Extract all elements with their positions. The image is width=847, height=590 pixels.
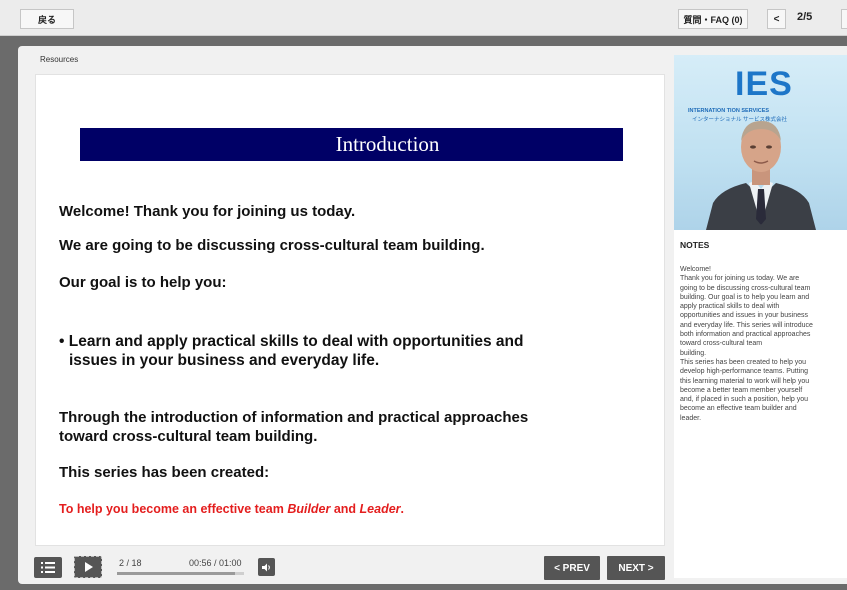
notes-line: this learning material to work will help…	[680, 377, 810, 385]
slide-bullet-line: issues in your business and everyday lif…	[69, 352, 380, 369]
notes-body: Welcome! Thank you for joining us today.…	[680, 265, 844, 423]
red-line-text: To help you become an effective team	[59, 502, 288, 516]
slide-title: Introduction	[335, 132, 440, 156]
red-line-leader: Leader	[359, 502, 401, 516]
presenter-figure	[706, 121, 816, 230]
speaker-icon	[261, 563, 270, 571]
slide-line: Welcome! Thank you for joining us today.	[59, 203, 356, 220]
notes-line: and, if placed in such a position, help …	[680, 396, 809, 404]
slide-canvas: Introduction Welcome! Thank you for join…	[35, 74, 665, 546]
back-button[interactable]: 戻る	[20, 9, 74, 29]
slide-line: We are going to be discussing cross-cult…	[59, 237, 485, 254]
list-icon	[41, 562, 55, 573]
slide-line: This series has been created:	[59, 464, 270, 481]
top-bar: 戻る 質問・FAQ (0) < 2/5	[0, 0, 847, 36]
slide-line: Our goal is to help you:	[59, 274, 227, 291]
red-line-builder: Builder	[287, 502, 331, 516]
notes-line: both information and practical approache…	[680, 331, 811, 339]
next-page-button[interactable]	[841, 9, 847, 29]
play-icon	[84, 562, 93, 572]
notes-line: Thank you for joining us today. We are	[680, 275, 800, 283]
faq-button[interactable]: 質問・FAQ (0)	[678, 9, 748, 29]
notes-line: become a better team member yourself	[680, 386, 803, 394]
course-window: Resources Introduction Welcome! Thank yo…	[18, 46, 847, 584]
resources-label[interactable]: Resources	[40, 55, 78, 64]
notes-line: opportunities and issues in your busines…	[680, 312, 809, 320]
red-line-and: and	[330, 502, 360, 516]
notes-line: Welcome!	[680, 266, 711, 273]
time-readout: 00:56 / 01:00	[189, 558, 242, 568]
next-button[interactable]: NEXT >	[607, 556, 665, 580]
slide-line: toward cross-cultural team building.	[59, 428, 318, 445]
notes-line: going to be discussing cross-cultural te…	[680, 284, 811, 292]
notes-line: building. Our goal is to help you learn …	[680, 293, 810, 301]
prev-button[interactable]: < PREV	[544, 556, 600, 580]
play-button[interactable]	[74, 556, 102, 578]
slide-bullet-line: • Learn and apply practical skills to de…	[59, 333, 524, 350]
slide-line: Through the introduction of information …	[59, 409, 529, 426]
notes-line: and everyday life. This series will intr…	[680, 321, 813, 329]
ies-logo: IES	[735, 65, 793, 103]
previous-page-button[interactable]: <	[767, 9, 786, 29]
notes-line: toward cross-cultural team	[680, 340, 763, 348]
presenter-video[interactable]: IES INTERNATION TION SERVICES インターナショナル …	[674, 55, 847, 230]
red-line-period: .	[400, 502, 405, 516]
slide-menu-button[interactable]	[34, 557, 62, 578]
slide-counter: 2 / 18	[119, 558, 142, 568]
notes-line: This series has been created to help you	[680, 358, 807, 366]
progress-fill	[117, 572, 236, 575]
notes-title: NOTES	[680, 240, 710, 250]
notes-line: develop high-performance teams. Putting	[680, 368, 809, 376]
notes-panel[interactable]: NOTES Welcome! Thank you for joining us …	[674, 230, 847, 578]
page-counter: 2/5	[797, 11, 813, 23]
progress-bar[interactable]	[117, 572, 244, 575]
volume-button[interactable]	[258, 558, 275, 576]
slide-red-line: To help you become an effective team Bui…	[59, 500, 404, 519]
title-banner: Introduction	[80, 128, 623, 161]
notes-line: building.	[680, 349, 707, 357]
notes-line: become an effective team builder and	[680, 405, 797, 413]
notes-line: apply practical skills to deal with	[680, 303, 780, 311]
notes-line: leader.	[680, 414, 702, 422]
